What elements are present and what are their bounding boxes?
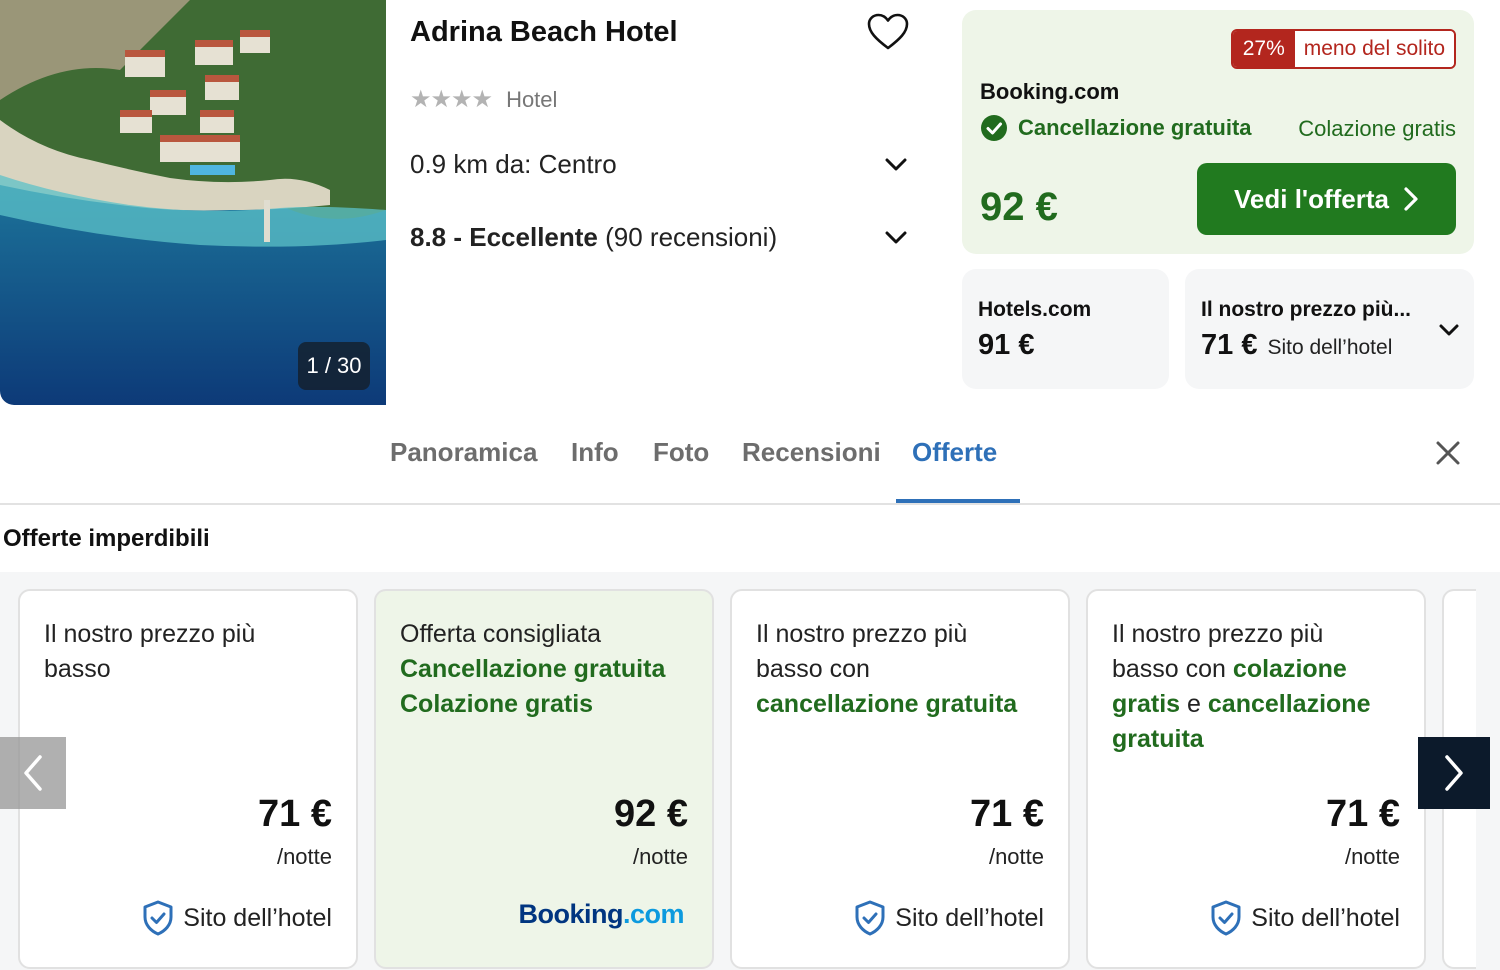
rating-text: 8.8 - Eccellente (90 recensioni): [410, 222, 777, 253]
tab-offerte[interactable]: Offerte: [912, 437, 997, 468]
photo-counter: 1 / 30: [298, 342, 370, 390]
star-rating-icons: ★★★★: [410, 86, 493, 113]
rating-toggle[interactable]: 8.8 - Eccellente (90 recensioni): [410, 217, 910, 257]
deal-source: Sito dell’hotel: [141, 899, 332, 937]
booking-logo: Booking.com: [518, 899, 684, 930]
deal-highlight: colazione: [1232, 655, 1347, 683]
tab-panoramica[interactable]: Panoramica: [390, 437, 537, 468]
hotel-class-row: ★★★★ Hotel: [410, 85, 557, 114]
discount-percent: 27%: [1232, 31, 1295, 67]
deal-description: Il nostro prezzo più basso con colazione…: [1112, 617, 1412, 757]
breakfast-label: Colazione gratis: [1298, 116, 1456, 141]
deal-highlight: cancellazione: [1207, 690, 1371, 718]
deal-line: Il nostro prezzo più: [1112, 620, 1324, 648]
free-cancellation: Cancellazione gratuita: [980, 114, 1252, 142]
deal-source-label: Sito dell’hotel: [895, 903, 1044, 932]
shield-check-icon: [143, 900, 173, 936]
deal-line: basso: [44, 655, 111, 683]
section-title: Offerte imperdibili: [3, 525, 210, 552]
per-night-label: /notte: [988, 844, 1044, 869]
carousel-next-button[interactable]: [1418, 737, 1490, 809]
deal-price: 71 €: [1326, 793, 1400, 835]
deal-line: Il nostro prezzo più: [756, 620, 968, 648]
deal-card[interactable]: Il nostro prezzo più basso con cancellaz…: [730, 589, 1070, 969]
review-count: (90 recensioni): [605, 221, 778, 252]
chevron-down-icon: [1439, 324, 1459, 336]
alt-offer-price-value: 71 €: [1201, 329, 1258, 361]
free-cancellation-label: Cancellazione gratuita: [1018, 115, 1252, 140]
view-offer-button[interactable]: Vedi l'offerta: [1197, 163, 1456, 235]
check-circle-icon: [981, 115, 1007, 141]
discount-badge: 27% meno del solito: [1230, 29, 1456, 69]
alt-offer-site: Sito dell’hotel: [1267, 336, 1393, 359]
booking-logo-dot: .com: [622, 899, 685, 929]
main-offer-card[interactable]: 27% meno del solito Booking.com Cancella…: [962, 10, 1474, 254]
offer-provider: Booking.com: [980, 79, 1120, 104]
rating-score: 8.8 - Eccellente: [410, 221, 598, 252]
deal-source: Sito dell’hotel: [853, 899, 1044, 937]
deal-description: Il nostro prezzo più basso: [44, 617, 344, 687]
chevron-right-icon: [1404, 187, 1418, 211]
booking-logo-main: Booking: [518, 899, 623, 929]
chevron-down-icon: [885, 231, 907, 244]
deal-highlight: gratis: [1112, 690, 1181, 718]
per-night-label: /notte: [276, 844, 332, 869]
per-night-label: /notte: [632, 844, 688, 869]
tab-foto[interactable]: Foto: [653, 437, 709, 468]
deal-line: Il nostro prezzo più: [44, 620, 256, 648]
deal-source: Sito dell’hotel: [1209, 899, 1400, 937]
arrow-left-icon: [24, 755, 42, 791]
tab-info[interactable]: Info: [571, 437, 619, 468]
deal-highlight: Cancellazione gratuita: [400, 655, 666, 683]
deal-highlight: gratuita: [1112, 725, 1204, 753]
alt-offer-price: 71 € Sito dell’hotel: [1201, 329, 1392, 362]
view-offer-label: Vedi l'offerta: [1234, 183, 1389, 214]
deal-price: 92 €: [614, 793, 688, 835]
hotel-info: Adrina Beach Hotel ★★★★ Hotel 0.9 km da:…: [410, 0, 920, 405]
deal-source-label: Sito dell’hotel: [1251, 903, 1400, 932]
distance-text: 0.9 km da: Centro: [410, 148, 617, 179]
deal-price: 71 €: [970, 793, 1044, 835]
alt-offer-provider: Hotels.com: [978, 298, 1092, 321]
arrow-right-icon: [1445, 755, 1463, 791]
deal-line: basso con: [1112, 655, 1226, 683]
alt-offer-price-value: 91 €: [978, 329, 1035, 361]
deal-description: Offerta consigliata Cancellazione gratui…: [400, 617, 700, 722]
deal-card-recommended[interactable]: Offerta consigliata Cancellazione gratui…: [374, 589, 714, 969]
deal-highlight: Colazione gratis: [400, 690, 594, 718]
chevron-down-icon: [885, 158, 907, 171]
deal-card[interactable]: Il nostro prezzo più basso con colazione…: [1086, 589, 1426, 969]
deal-line: Offerta consigliata: [400, 620, 602, 648]
deals-carousel: Il nostro prezzo più basso 71 € /notte S…: [0, 572, 1500, 970]
per-night-label: /notte: [1344, 844, 1400, 869]
deal-description: Il nostro prezzo più basso con cancellaz…: [756, 617, 1056, 722]
shield-check-icon: [855, 900, 885, 936]
hotel-photo[interactable]: 1 / 30: [0, 0, 386, 405]
shield-check-icon: [1211, 900, 1241, 936]
deal-highlight: cancellazione gratuita: [756, 690, 1018, 718]
deal-card[interactable]: Il nostro prezzo più basso 71 € /notte S…: [18, 589, 358, 969]
deal-source-label: Sito dell’hotel: [183, 903, 332, 932]
deal-line: e: [1187, 690, 1201, 718]
alt-offer-price: 91 €: [978, 329, 1034, 362]
heart-icon[interactable]: [866, 12, 914, 56]
discount-text: meno del solito: [1294, 31, 1454, 67]
deal-price: 71 €: [258, 793, 332, 835]
distance-toggle[interactable]: 0.9 km da: Centro: [410, 144, 910, 184]
alt-offer-provider: Il nostro prezzo più...: [1201, 298, 1411, 321]
alt-offer-hotel-site[interactable]: Il nostro prezzo più... 71 € Sito dell’h…: [1185, 269, 1474, 389]
carousel-prev-button[interactable]: [0, 737, 66, 809]
offer-price: 92 €: [980, 185, 1058, 229]
close-icon[interactable]: [1432, 437, 1464, 469]
alt-offer-hotels-com[interactable]: Hotels.com 91 €: [962, 269, 1169, 389]
active-tab-indicator: [896, 499, 1020, 503]
hotel-name[interactable]: Adrina Beach Hotel: [410, 16, 678, 49]
detail-tabs: Panoramica Info Foto Recensioni Offerte: [0, 425, 1500, 505]
deal-line: basso con: [756, 655, 870, 683]
tab-recensioni[interactable]: Recensioni: [742, 437, 881, 468]
hotel-type: Hotel: [506, 86, 558, 112]
